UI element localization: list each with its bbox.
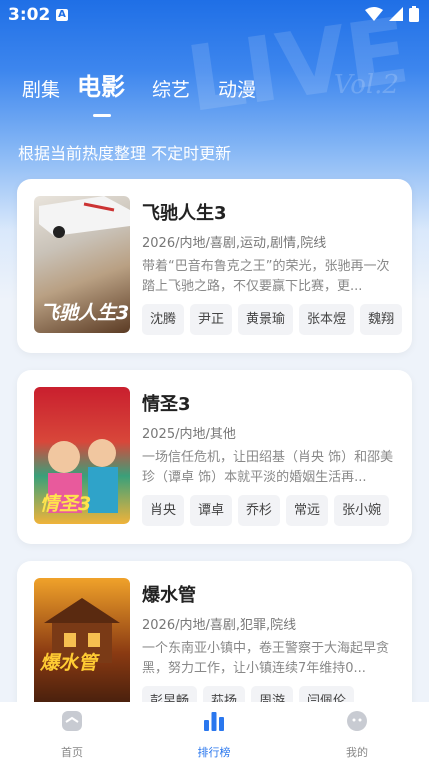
movie-poster: 爆水管 (34, 578, 130, 715)
movie-meta: 2025/内地/其他 (142, 427, 236, 442)
profile-icon (347, 711, 367, 731)
movie-meta: 2026/内地/喜剧,运动,剧情,院线 (142, 236, 327, 251)
poster-title: 飞驰人生3 (40, 302, 130, 324)
active-tab-indicator (93, 114, 111, 117)
cast-chip[interactable]: 谭卓 (190, 495, 233, 526)
movie-meta: 2026/内地/喜剧,犯罪,院线 (142, 618, 297, 633)
tab-variety[interactable]: 综艺 (152, 75, 190, 102)
status-time: 3:02 (8, 5, 51, 25)
app-notification-icon: A (56, 9, 68, 21)
nav-profile-label: 我的 (346, 746, 368, 759)
nav-home-label: 首页 (61, 746, 83, 759)
nav-ranking[interactable]: 排行榜 (174, 710, 254, 760)
cast-chip[interactable]: 肖央 (142, 495, 185, 526)
cast-chip[interactable]: 尹正 (190, 304, 233, 335)
nav-ranking-label: 排行榜 (197, 746, 231, 759)
movie-card[interactable]: 飞驰人生3 飞驰人生3 2026/内地/喜剧,运动,剧情,院线 带着“巴音布鲁克… (17, 179, 412, 353)
movie-card[interactable]: 情圣3 情圣3 2025/内地/其他 一场信任危机，让田绍基（肖央 饰）和邵美珍… (17, 370, 412, 544)
cast-chip[interactable]: 黄景瑜 (238, 304, 294, 335)
movie-title: 情圣3 (142, 394, 191, 415)
cast-list: 沈腾 尹正 黄景瑜 张本煜 魏翔 (142, 304, 407, 335)
ranking-subtitle: 根据当前热度整理 不定时更新 (18, 144, 232, 163)
cast-chip[interactable]: 常远 (286, 495, 329, 526)
cast-chip[interactable]: 魏翔 (360, 304, 403, 335)
cast-chip[interactable]: 张小婉 (334, 495, 390, 526)
cast-chip[interactable]: 乔杉 (238, 495, 281, 526)
movie-poster: 飞驰人生3 (34, 196, 130, 333)
poster-building-graphic (44, 598, 120, 663)
tab-anime[interactable]: 动漫 (218, 75, 256, 102)
nav-profile[interactable]: 我的 (317, 710, 397, 760)
bottom-navigation: 首页 排行榜 我的 (0, 702, 429, 764)
cast-list: 肖央 谭卓 乔杉 常远 张小婉 (142, 495, 407, 526)
cast-chip[interactable]: 沈腾 (142, 304, 185, 335)
battery-icon (409, 6, 419, 22)
poster-title: 爆水管 (40, 652, 98, 674)
movie-description: 一个东南亚小镇中，卷王警察于大海起早贪黑，努力工作，让小镇连续7年维持0... (142, 641, 390, 676)
movie-title: 飞驰人生3 (142, 203, 227, 224)
ranking-icon (204, 712, 224, 731)
tab-series[interactable]: 剧集 (22, 75, 60, 102)
home-icon (62, 711, 82, 731)
cast-chip[interactable]: 张本煜 (299, 304, 355, 335)
nav-home[interactable]: 首页 (32, 710, 112, 760)
poster-title: 情圣3 (40, 493, 92, 515)
movie-description: 带着“巴音布鲁克之王”的荣光，张驰再一次踏上飞驰之路，不仅要赢下比赛，更... (142, 259, 390, 294)
tab-movies[interactable]: 电影 (77, 67, 125, 102)
movie-description: 一场信任危机，让田绍基（肖央 饰）和邵美珍（谭卓 饰）本就平淡的婚姻生活再... (142, 450, 394, 485)
header-watermark-graphic-2: Vol.2 (333, 70, 399, 100)
movie-title: 爆水管 (142, 585, 196, 606)
race-car-graphic (39, 196, 130, 238)
movie-poster: 情圣3 (34, 387, 130, 524)
